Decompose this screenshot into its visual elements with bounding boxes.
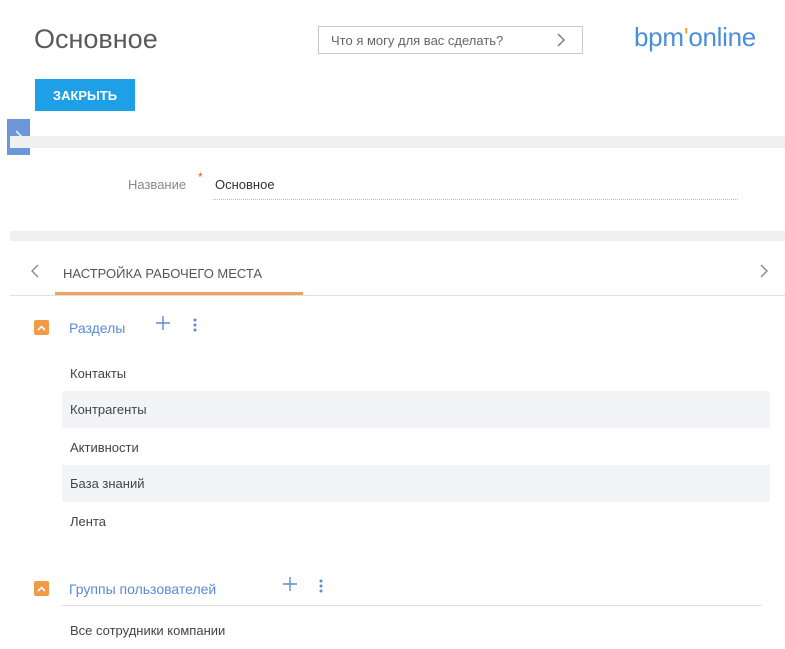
sections-group-title[interactable]: Разделы (69, 320, 125, 336)
add-icon[interactable] (155, 315, 171, 337)
divider-band (10, 231, 785, 241)
list-item[interactable]: Контакты (62, 355, 770, 392)
divider-band (10, 136, 785, 148)
search-placeholder[interactable]: Что я могу для вас сделать? (331, 33, 556, 48)
page-title: Основное (34, 24, 158, 54)
chevron-right-icon[interactable] (556, 33, 582, 47)
command-search[interactable]: Что я могу для вас сделать? (318, 26, 583, 54)
tab-scroll-left-icon[interactable] (30, 262, 39, 283)
list-item[interactable]: База знаний (62, 465, 770, 502)
list-item[interactable]: Контрагенты (62, 391, 770, 428)
collapse-icon[interactable] (34, 320, 49, 335)
group-divider (62, 605, 762, 606)
more-options-icon[interactable] (319, 578, 323, 599)
list-item[interactable]: Лента (62, 503, 770, 540)
tab-workplace-settings[interactable]: НАСТРОЙКА РАБОЧЕГО МЕСТА (63, 266, 262, 281)
tab-divider (10, 295, 785, 296)
list-item[interactable]: Все сотрудники компании (62, 612, 770, 649)
collapse-icon[interactable] (34, 581, 49, 596)
more-options-icon[interactable] (193, 317, 197, 338)
name-field-label: Название (128, 177, 187, 192)
name-field-underline (213, 199, 738, 200)
tab-scroll-right-icon[interactable] (760, 262, 769, 283)
name-field[interactable]: Основное (215, 177, 275, 192)
app-logo: bpm'online (634, 22, 756, 52)
close-button[interactable]: ЗАКРЫТЬ (35, 79, 135, 111)
required-indicator: * (198, 170, 203, 184)
user-groups-title[interactable]: Группы пользователей (69, 581, 216, 597)
list-item[interactable]: Активности (62, 429, 770, 466)
add-icon[interactable] (282, 576, 298, 598)
